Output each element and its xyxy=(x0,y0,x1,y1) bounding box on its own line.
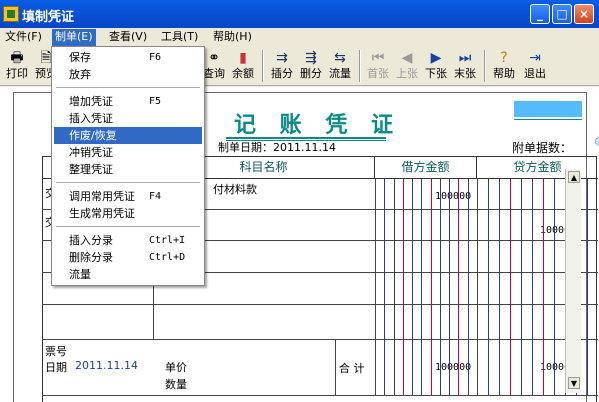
menu-item-add-voucher[interactable]: 增加凭证 F5 xyxy=(54,93,202,110)
window-title: 填制凭证 xyxy=(22,10,75,25)
insert-row-icon: ⇉ xyxy=(276,50,288,66)
menu-item-delete-entry[interactable]: 删除分录 Ctrl+D xyxy=(54,249,202,266)
menu-separator xyxy=(56,226,200,227)
voucher-number-underline xyxy=(514,119,582,120)
title-bar: 填制凭证 _ □ × xyxy=(0,0,599,28)
voucher-title: 记 账 凭 证 xyxy=(234,112,401,138)
menu-item-organize-vouchers[interactable]: 整理凭证 xyxy=(54,161,202,178)
previous-record-icon: ◀ xyxy=(401,50,413,66)
scroll-up-arrow-icon[interactable]: ▲ xyxy=(568,171,580,183)
maximize-button[interactable]: □ xyxy=(552,4,572,24)
menu-file[interactable]: 文件(F) xyxy=(2,29,45,46)
next-voucher-button[interactable]: ▶ 下张 xyxy=(422,48,450,84)
menu-tools[interactable]: 工具(T) xyxy=(158,29,201,46)
toolbar-separator xyxy=(262,50,264,82)
digit-gridline xyxy=(384,179,386,395)
printer-icon: 🖶 xyxy=(10,50,24,66)
digit-gridline xyxy=(402,179,404,395)
footer-date-value: 2011.11.14 xyxy=(75,359,138,372)
exit-button[interactable]: ⇥ 退出 xyxy=(521,48,549,84)
digit-gridline xyxy=(543,179,544,395)
previous-voucher-button[interactable]: ◀ 上张 xyxy=(393,48,421,84)
digit-gridline xyxy=(421,179,423,395)
print-button[interactable]: 🖶 打印 xyxy=(3,48,31,84)
first-voucher-button[interactable]: ⏮ 首张 xyxy=(364,48,392,84)
voucher-window: 填制凭证 _ □ × 文件(F) 制单(E) 查看(V) 工具(T) 帮助(H)… xyxy=(0,0,599,402)
cashflow-button[interactable]: ⇆ 流量 xyxy=(326,48,354,84)
quantity-label: 数量 xyxy=(165,378,187,391)
menu-help[interactable]: 帮助(H) xyxy=(210,29,255,46)
last-voucher-button[interactable]: ⏭ 末张 xyxy=(451,48,479,84)
balance-button[interactable]: ▮ 余额 xyxy=(229,48,257,84)
col-divider xyxy=(335,339,336,395)
toolbar-separator xyxy=(359,50,361,82)
delete-entry-button[interactable]: ⇶ 删分 xyxy=(297,48,325,84)
digit-gridline xyxy=(499,179,500,395)
digit-gridline xyxy=(458,179,460,395)
minimize-button[interactable]: _ xyxy=(530,4,550,24)
help-button[interactable]: ? 帮助 xyxy=(490,48,518,84)
menu-bar: 文件(F) 制单(E) 查看(V) 工具(T) 帮助(H) xyxy=(0,28,599,46)
menu-item-save[interactable]: 保存 F6 xyxy=(54,49,202,66)
ticket-no-label: 票号 xyxy=(45,345,67,358)
menu-item-use-template[interactable]: 调用常用凭证 F4 xyxy=(54,188,202,205)
menu-item-cashflow[interactable]: 流量 xyxy=(54,266,202,283)
voucher-date: 制单日期：2011.11.14 xyxy=(218,141,336,154)
row-divider xyxy=(43,395,598,396)
menu-voucher[interactable]: 制单(E) xyxy=(52,29,96,46)
menu-item-void-restore[interactable]: 作废/恢复 xyxy=(54,127,202,144)
first-record-icon: ⏮ xyxy=(371,50,385,66)
digit-gridline xyxy=(439,179,441,395)
digit-gridline xyxy=(510,179,511,395)
balance-chart-icon: ▮ xyxy=(239,50,247,66)
total-label: 合 计 xyxy=(339,362,365,375)
digit-gridline xyxy=(449,179,451,395)
col-divider xyxy=(477,179,478,395)
digit-gridline xyxy=(532,179,533,395)
digit-gridline xyxy=(587,179,588,395)
voucher-number-field[interactable] xyxy=(514,101,582,117)
digit-gridline xyxy=(430,179,432,395)
toolbar-separator xyxy=(484,50,486,82)
menu-item-insert-voucher[interactable]: 插入凭证 xyxy=(54,110,202,127)
menu-item-reverse-voucher[interactable]: 冲销凭证 xyxy=(54,144,202,161)
menu-view[interactable]: 查看(V) xyxy=(106,29,150,46)
footer-date-label: 日期 xyxy=(45,361,67,374)
vertical-scrollbar[interactable]: ▲ ▼ xyxy=(565,169,581,393)
attachments-label: 附单据数： xyxy=(512,141,573,155)
close-button[interactable]: × xyxy=(574,4,594,24)
menu-item-insert-entry[interactable]: 插入分录 Ctrl+I xyxy=(54,232,202,249)
binoculars-icon: ⚭ xyxy=(208,50,220,66)
digit-gridline xyxy=(488,179,489,395)
menu-separator xyxy=(56,182,200,183)
last-record-icon: ⏭ xyxy=(458,50,472,66)
voucher-menu-dropdown: 保存 F6 放弃 增加凭证 F5 插入凭证 作废/恢复 冲销凭证 整理凭证 调用常用… xyxy=(51,46,205,286)
magnifier-icon[interactable]: 🔍 xyxy=(594,137,599,151)
delete-row-icon: ⇶ xyxy=(305,50,317,66)
digit-gridline xyxy=(467,179,469,395)
app-icon xyxy=(3,6,19,22)
row1-account[interactable]: 付材料款 xyxy=(213,181,257,197)
row-divider xyxy=(43,339,598,340)
menu-item-create-template[interactable]: 生成常用凭证 xyxy=(54,205,202,222)
debit-header: 借方金额 xyxy=(375,157,477,179)
digit-gridline xyxy=(393,179,395,395)
exit-icon: ⇥ xyxy=(529,50,541,66)
insert-entry-button[interactable]: ⇉ 插分 xyxy=(268,48,296,84)
digit-gridline xyxy=(521,179,522,395)
scroll-down-arrow-icon[interactable]: ▼ xyxy=(568,377,580,389)
unit-price-label: 单价 xyxy=(165,361,187,374)
menu-item-discard[interactable]: 放弃 xyxy=(54,66,202,83)
digit-gridline xyxy=(554,179,555,395)
next-record-icon: ▶ xyxy=(430,50,442,66)
cashflow-icon: ⇆ xyxy=(334,50,346,66)
col-divider xyxy=(375,179,376,395)
digit-gridline xyxy=(412,179,414,395)
menu-separator xyxy=(56,87,200,88)
row-divider xyxy=(43,304,598,305)
help-icon: ? xyxy=(500,50,508,66)
